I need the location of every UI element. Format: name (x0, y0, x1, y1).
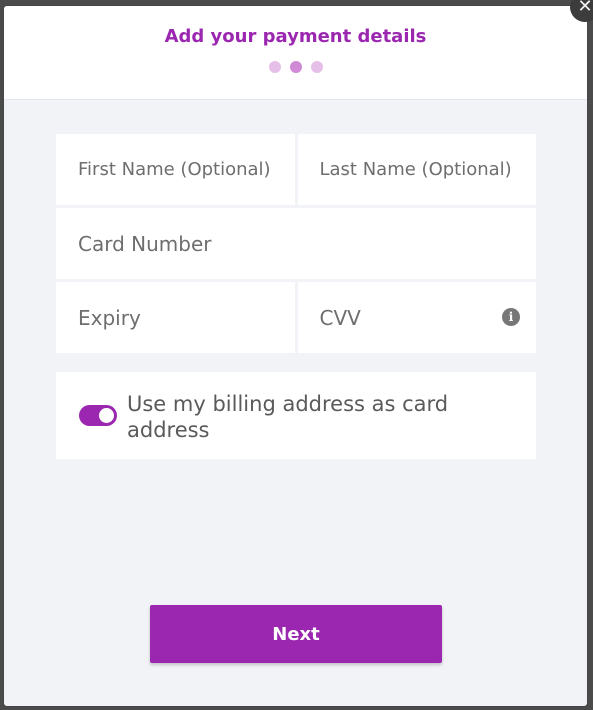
expiry-field[interactable]: Expiry (56, 282, 295, 353)
step-dot (268, 61, 281, 73)
step-dot-active (289, 61, 302, 73)
step-dot (310, 61, 323, 73)
first-name-placeholder: First Name (Optional) (78, 159, 271, 180)
last-name-placeholder: Last Name (Optional) (319, 159, 512, 180)
cvv-placeholder: CVV (319, 305, 361, 330)
last-name-field[interactable]: Last Name (Optional) (297, 134, 536, 205)
step-indicator (4, 61, 587, 73)
expiry-placeholder: Expiry (78, 305, 141, 330)
info-icon[interactable]: i (502, 308, 520, 326)
card-number-placeholder: Card Number (78, 231, 212, 256)
modal-header: Add your payment details (4, 6, 587, 100)
billing-address-option: Use my billing address as card address (56, 372, 536, 459)
toggle-knob (99, 408, 114, 423)
billing-address-label: Use my billing address as card address (127, 392, 449, 442)
modal-title: Add your payment details (164, 26, 427, 47)
billing-address-toggle[interactable] (79, 405, 117, 426)
next-button[interactable]: Next (150, 605, 442, 663)
card-form: First Name (Optional) Last Name (Optiona… (56, 134, 536, 356)
first-name-field[interactable]: First Name (Optional) (56, 134, 295, 205)
payment-modal: Add your payment details First Name (Opt… (4, 6, 587, 706)
card-number-field[interactable]: Card Number (56, 208, 536, 279)
cvv-field[interactable]: CVV i (297, 282, 536, 353)
